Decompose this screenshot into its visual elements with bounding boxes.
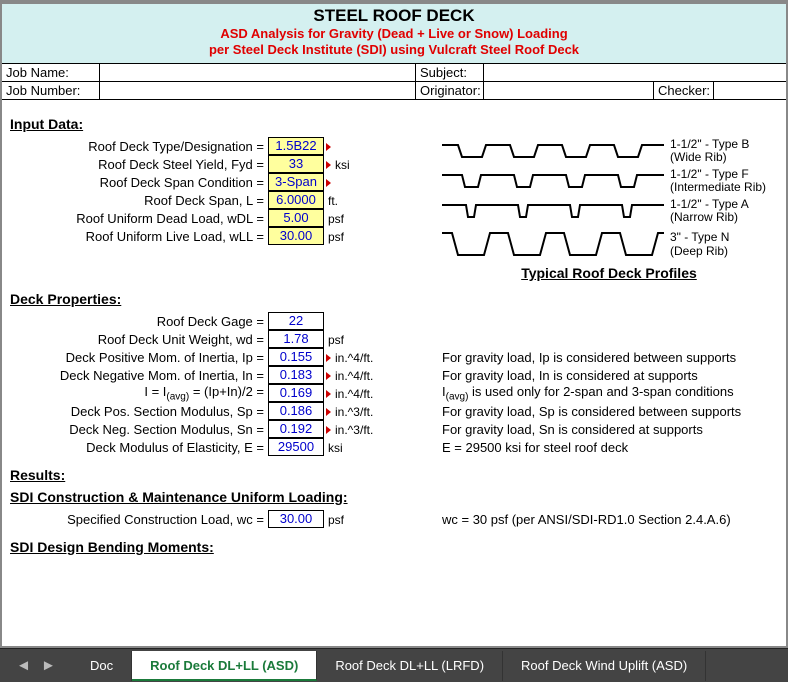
header-block: STEEL ROOF DECK ASD Analysis for Gravity… [2, 4, 786, 64]
subtitle-1: ASD Analysis for Gravity (Dead + Live or… [2, 26, 786, 42]
input-wdl[interactable]: 5.00 [268, 209, 324, 227]
dropdown-icon[interactable] [326, 179, 331, 187]
input-span-cond[interactable]: 3-Span [268, 173, 324, 191]
section-results: Results: [10, 467, 778, 483]
profiles-col: 1-1/2" - Type B(Wide Rib) 1-1/2" - Type … [440, 138, 778, 281]
prop-e: 29500 [268, 438, 324, 456]
input-deck-type[interactable]: 1.5B22 [268, 137, 324, 155]
originator-label: Originator: [416, 82, 484, 99]
job-number-field[interactable] [100, 82, 416, 99]
tab-prev-icon[interactable]: ◄ [14, 657, 33, 674]
prop-sp: 0.186 [268, 402, 324, 420]
profile-b-icon [440, 139, 670, 163]
section-input-data: Input Data: [10, 116, 778, 132]
section-sdi-constr: SDI Construction & Maintenance Uniform L… [10, 489, 778, 505]
subject-label: Subject: [416, 64, 484, 81]
originator-field[interactable] [484, 82, 654, 99]
tab-doc[interactable]: Doc [72, 651, 132, 681]
input-wll[interactable]: 30.00 [268, 227, 324, 245]
prop-in: 0.183 [268, 366, 324, 384]
job-row-2: Job Number: Originator: Checker: [2, 82, 786, 100]
tab-lrfd[interactable]: Roof Deck DL+LL (LRFD) [317, 651, 503, 681]
checker-label: Checker: [654, 82, 714, 99]
tab-asd[interactable]: Roof Deck DL+LL (ASD) [132, 651, 317, 681]
subtitle-2: per Steel Deck Institute (SDI) using Vul… [2, 42, 786, 58]
prop-sn: 0.192 [268, 420, 324, 438]
section-deck-props: Deck Properties: [10, 291, 778, 307]
profile-n-icon [440, 229, 670, 261]
input-fyd[interactable]: 33 [268, 155, 324, 173]
job-name-field[interactable] [100, 64, 416, 81]
prop-gage: 22 [268, 312, 324, 330]
tab-next-icon[interactable]: ► [39, 657, 58, 674]
page-title: STEEL ROOF DECK [2, 6, 786, 26]
checker-field[interactable] [714, 82, 786, 99]
tab-wind[interactable]: Roof Deck Wind Uplift (ASD) [503, 651, 706, 681]
job-row-1: Job Name: Subject: [2, 64, 786, 82]
prop-ip: 0.155 [268, 348, 324, 366]
prop-wd: 1.78 [268, 330, 324, 348]
section-sdi-bend: SDI Design Bending Moments: [10, 539, 778, 555]
dropdown-icon[interactable] [326, 143, 331, 151]
input-span-l[interactable]: 6.0000 [268, 191, 324, 209]
profiles-title: Typical Roof Deck Profiles [440, 265, 778, 281]
profile-f-icon [440, 169, 670, 193]
prop-iavg: 0.169 [268, 384, 324, 402]
inputs-col: Roof Deck Type/Designation =1.5B22 Roof … [10, 138, 430, 281]
job-number-label: Job Number: [2, 82, 100, 99]
subject-field[interactable] [484, 64, 654, 81]
constr-load: 30.00 [268, 510, 324, 528]
job-name-label: Job Name: [2, 64, 100, 81]
sheet-tabs: ◄ ► Doc Roof Deck DL+LL (ASD) Roof Deck … [0, 648, 788, 682]
profile-a-icon [440, 199, 670, 223]
